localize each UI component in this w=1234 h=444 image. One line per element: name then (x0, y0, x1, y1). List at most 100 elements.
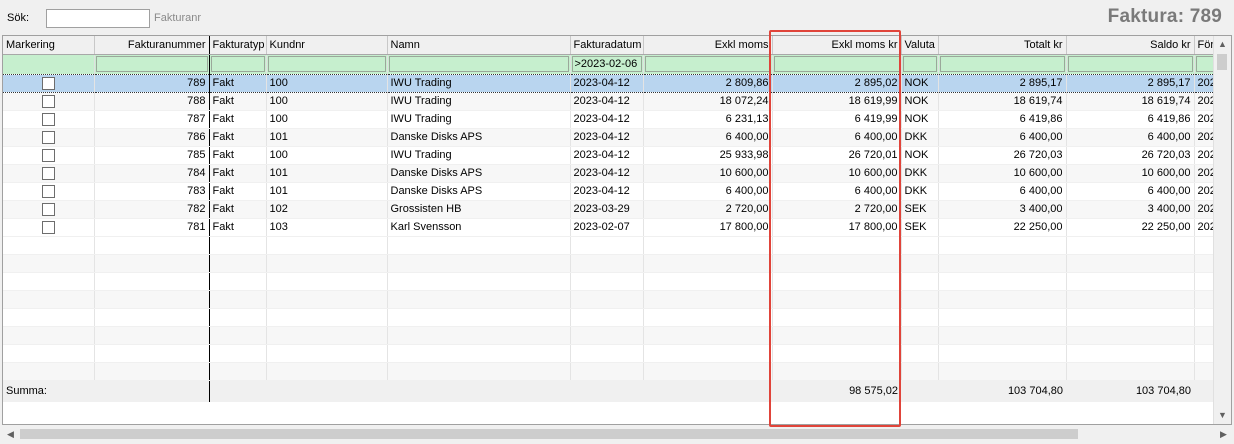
cell-saldo-kr[interactable]: 10 600,00 (1066, 164, 1195, 183)
table-row[interactable]: 786 Fakt 101 Danske Disks APS 2023-04-12 6 40… (3, 128, 1216, 147)
filter-cell-forf[interactable] (1194, 54, 1216, 74)
cell-invoice-date[interactable]: 2023-04-12 (570, 128, 644, 147)
table-row[interactable]: 781 Fakt 103 Karl Svensson 2023-02-07 17 800,… (3, 218, 1216, 237)
cell-saldo-kr[interactable]: 6 400,00 (1066, 128, 1195, 147)
cell-due-date[interactable]: 202 (1194, 73, 1216, 93)
cell-invoice-type[interactable]: Fakt (209, 200, 267, 219)
horizontal-scroll-thumb[interactable] (20, 429, 1078, 439)
cell-invoice-date[interactable]: 2023-02-07 (570, 218, 644, 237)
cell-invoice-type[interactable]: Fakt (209, 146, 267, 165)
cell-totalt-kr[interactable]: 6 400,00 (938, 182, 1067, 201)
col-header-exkl-moms-kr[interactable]: Exkl moms kr (772, 36, 902, 55)
filter-cell-saldo-kr[interactable] (1066, 54, 1195, 74)
cell-exkl-moms[interactable]: 17 800,00 (643, 218, 773, 237)
cell-exkl-moms-kr[interactable]: 2 895,02 (772, 73, 902, 93)
cell-invoice-date[interactable]: 2023-04-12 (570, 73, 644, 93)
col-header-fakturadatum[interactable]: Fakturadatum (570, 36, 644, 55)
vertical-scrollbar[interactable]: ▲ ▼ (1213, 36, 1231, 424)
cell-exkl-moms-kr[interactable]: 17 800,00 (772, 218, 902, 237)
cell-saldo-kr[interactable]: 22 250,00 (1066, 218, 1195, 237)
col-header-saldo-kr[interactable]: Saldo kr (1066, 36, 1195, 55)
filter-cell-fakturatyp[interactable] (209, 54, 267, 74)
cell-invoice-type[interactable]: Fakt (209, 128, 267, 147)
cell-customer-name[interactable]: IWU Trading (387, 73, 571, 93)
row-checkbox[interactable] (41, 220, 55, 234)
row-checkbox[interactable] (41, 202, 55, 216)
scroll-left-icon[interactable]: ◀ (2, 426, 19, 442)
cell-totalt-kr[interactable]: 22 250,00 (938, 218, 1067, 237)
cell-invoice-number[interactable]: 789 (94, 73, 210, 93)
col-header-totalt-kr[interactable]: Totalt kr (938, 36, 1067, 55)
filter-fakturadatum-value[interactable]: >2023-02-06 (571, 56, 642, 72)
cell-customer-name[interactable]: IWU Trading (387, 146, 571, 165)
cell-invoice-number[interactable]: 782 (94, 200, 210, 219)
row-checkbox[interactable] (41, 184, 55, 198)
search-input[interactable] (46, 9, 150, 28)
cell-customer-number[interactable]: 100 (266, 146, 388, 165)
filter-cell-kundnr[interactable] (266, 54, 388, 74)
cell-customer-name[interactable]: IWU Trading (387, 110, 571, 129)
cell-totalt-kr[interactable]: 18 619,74 (938, 92, 1067, 111)
cell-totalt-kr[interactable]: 2 895,17 (938, 73, 1067, 93)
cell-exkl-moms-kr[interactable]: 6 400,00 (772, 128, 902, 147)
col-header-fakturatyp[interactable]: Fakturatyp (209, 36, 267, 55)
cell-exkl-moms-kr[interactable]: 2 720,00 (772, 200, 902, 219)
cell-invoice-number[interactable]: 781 (94, 218, 210, 237)
filter-cell-exkl-moms[interactable] (643, 54, 773, 74)
cell-invoice-number[interactable]: 784 (94, 164, 210, 183)
cell-totalt-kr[interactable]: 26 720,03 (938, 146, 1067, 165)
cell-customer-name[interactable]: Danske Disks APS (387, 164, 571, 183)
scroll-right-icon[interactable]: ▶ (1215, 426, 1232, 442)
cell-totalt-kr[interactable]: 10 600,00 (938, 164, 1067, 183)
cell-customer-number[interactable]: 100 (266, 92, 388, 111)
filter-cell-valuta[interactable] (901, 54, 939, 74)
cell-invoice-number[interactable]: 783 (94, 182, 210, 201)
cell-exkl-moms[interactable]: 2 809,86 (643, 73, 773, 93)
cell-due-date[interactable]: 202 (1194, 182, 1216, 201)
cell-customer-name[interactable]: IWU Trading (387, 92, 571, 111)
cell-invoice-date[interactable]: 2023-04-12 (570, 146, 644, 165)
table-row[interactable]: 788 Fakt 100 IWU Trading 2023-04-12 18 072,24… (3, 92, 1216, 111)
cell-customer-number[interactable]: 101 (266, 164, 388, 183)
horizontal-scrollbar[interactable]: ◀ ▶ (2, 426, 1232, 442)
cell-exkl-moms-kr[interactable]: 6 419,99 (772, 110, 902, 129)
cell-customer-name[interactable]: Grossisten HB (387, 200, 571, 219)
cell-exkl-moms[interactable]: 10 600,00 (643, 164, 773, 183)
filter-cell-fakturanummer[interactable] (94, 54, 210, 74)
cell-invoice-date[interactable]: 2023-04-12 (570, 92, 644, 111)
vertical-scroll-thumb[interactable] (1217, 54, 1227, 70)
cell-exkl-moms[interactable]: 6 400,00 (643, 182, 773, 201)
row-checkbox[interactable] (41, 76, 55, 90)
row-checkbox[interactable] (41, 112, 55, 126)
cell-customer-number[interactable]: 103 (266, 218, 388, 237)
table-row[interactable]: 782 Fakt 102 Grossisten HB 2023-03-29 2 720,0… (3, 200, 1216, 219)
cell-totalt-kr[interactable]: 6 419,86 (938, 110, 1067, 129)
cell-invoice-number[interactable]: 785 (94, 146, 210, 165)
cell-due-date[interactable]: 202 (1194, 218, 1216, 237)
filter-cell-namn[interactable] (387, 54, 571, 74)
cell-currency[interactable]: NOK (901, 73, 939, 93)
cell-customer-number[interactable]: 100 (266, 110, 388, 129)
row-checkbox[interactable] (41, 130, 55, 144)
cell-due-date[interactable]: 202 (1194, 200, 1216, 219)
cell-saldo-kr[interactable]: 6 400,00 (1066, 182, 1195, 201)
cell-invoice-type[interactable]: Fakt (209, 92, 267, 111)
cell-customer-number[interactable]: 101 (266, 128, 388, 147)
table-row[interactable]: 787 Fakt 100 IWU Trading 2023-04-12 6 231,13 6… (3, 110, 1216, 129)
table-row[interactable]: 789 Fakt 100 IWU Trading 2023-04-12 2 809,86 2… (3, 73, 1216, 93)
cell-exkl-moms-kr[interactable]: 10 600,00 (772, 164, 902, 183)
cell-currency[interactable]: NOK (901, 92, 939, 111)
cell-exkl-moms[interactable]: 18 072,24 (643, 92, 773, 111)
cell-due-date[interactable]: 202 (1194, 164, 1216, 183)
cell-exkl-moms-kr[interactable]: 6 400,00 (772, 182, 902, 201)
cell-customer-number[interactable]: 101 (266, 182, 388, 201)
cell-invoice-type[interactable]: Fakt (209, 73, 267, 93)
row-checkbox[interactable] (41, 148, 55, 162)
col-header-namn[interactable]: Namn (387, 36, 571, 55)
filter-cell-totalt-kr[interactable] (938, 54, 1067, 74)
cell-totalt-kr[interactable]: 6 400,00 (938, 128, 1067, 147)
cell-totalt-kr[interactable]: 3 400,00 (938, 200, 1067, 219)
cell-customer-name[interactable]: Danske Disks APS (387, 182, 571, 201)
row-checkbox[interactable] (41, 166, 55, 180)
cell-customer-name[interactable]: Danske Disks APS (387, 128, 571, 147)
